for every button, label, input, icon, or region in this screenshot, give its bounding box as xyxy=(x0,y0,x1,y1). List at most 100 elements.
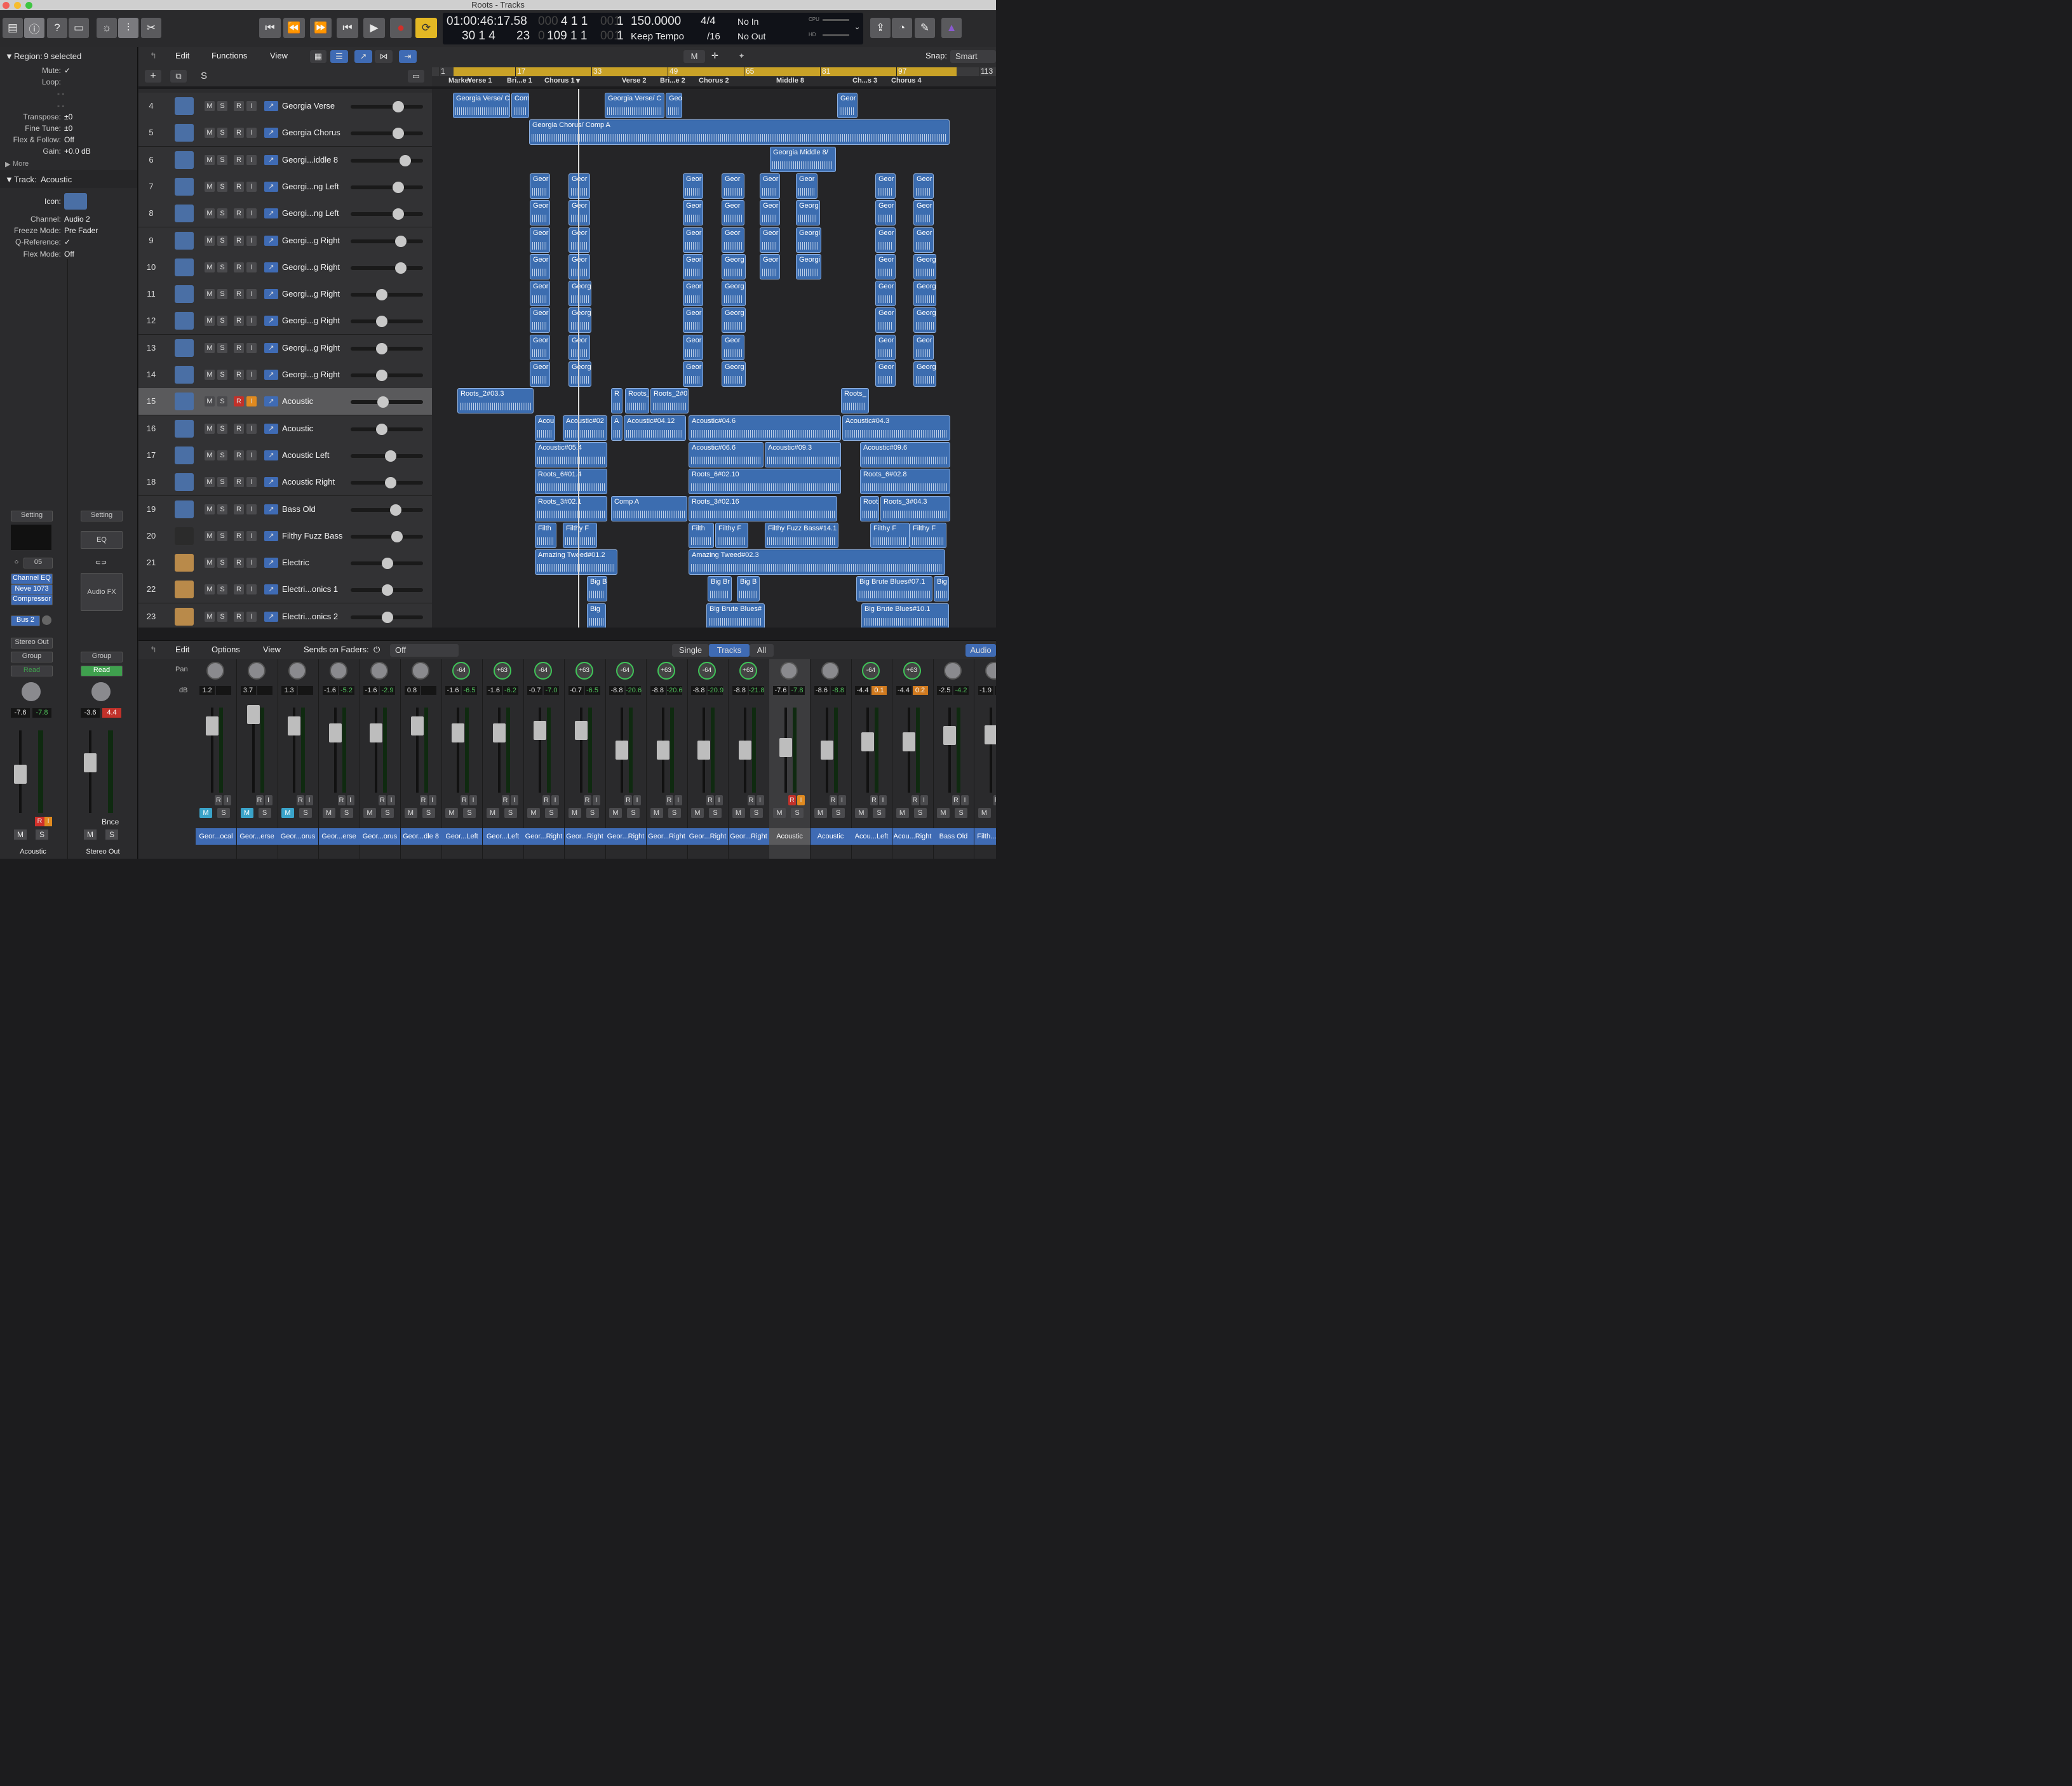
audio-region[interactable]: Georg xyxy=(722,253,746,279)
pan-knob[interactable]: -64 xyxy=(534,662,552,680)
mute-button[interactable]: M xyxy=(691,808,704,818)
channel-strip[interactable]: +63 -8.8 -21.8 R I M S Geor...Right xyxy=(728,659,770,859)
audio-region[interactable]: Geor xyxy=(683,361,703,387)
solo-button[interactable]: S xyxy=(217,370,227,380)
track-volume-slider[interactable] xyxy=(351,342,423,354)
record-enable-button[interactable]: R xyxy=(665,795,673,805)
pan-knob[interactable]: +63 xyxy=(575,662,593,680)
editors-scissors-icon[interactable]: ✂ xyxy=(141,18,161,38)
track-volume-slider[interactable] xyxy=(351,530,423,542)
track-volume-knob[interactable] xyxy=(384,477,396,489)
lcd-display[interactable]: 01:00:46:17.58 000 4 1 1 001 1 30 1 4 23… xyxy=(443,13,863,44)
marker[interactable]: Verse 2 xyxy=(622,77,647,84)
track-icon[interactable] xyxy=(175,527,194,545)
audio-region[interactable]: Georg xyxy=(913,307,936,333)
audio-region[interactable]: Filthy F xyxy=(910,522,946,548)
audio-region[interactable]: Geor xyxy=(530,173,550,199)
mute-button[interactable]: M xyxy=(205,530,215,541)
audio-region[interactable]: Geor xyxy=(683,227,703,253)
mute-button[interactable]: M xyxy=(650,808,663,818)
solo-button[interactable]: S xyxy=(586,808,599,818)
record-enable-button[interactable]: R xyxy=(234,530,244,541)
automation-icon[interactable]: ↗ xyxy=(264,450,278,460)
record-enable-button[interactable]: R xyxy=(234,235,244,246)
input-button[interactable]: 05 xyxy=(24,558,53,568)
audio-region[interactable]: Geor xyxy=(568,334,590,360)
mute-button[interactable]: M xyxy=(205,235,215,246)
automation-icon[interactable]: ↗ xyxy=(264,504,278,514)
audio-region[interactable]: Geor xyxy=(683,334,703,360)
pan-knob[interactable] xyxy=(985,662,996,680)
mute-button[interactable]: M xyxy=(445,808,458,818)
input-monitor-button[interactable]: I xyxy=(246,477,257,488)
audio-region[interactable]: Amazing Tweed#02.3 xyxy=(689,549,945,575)
solo-button[interactable]: S xyxy=(750,808,763,818)
mute-button[interactable]: M xyxy=(568,808,581,818)
track-header[interactable]: 16 M S R I ↗ Acoustic xyxy=(138,415,432,443)
channel-strip[interactable]: 3.7 R I M S Geor...erse xyxy=(236,659,278,859)
marker[interactable]: Ch...s 3 xyxy=(852,77,877,84)
list-view-icon[interactable]: ☰ xyxy=(330,50,348,63)
track-volume-slider[interactable] xyxy=(351,262,423,274)
mute-button[interactable]: M xyxy=(486,808,499,818)
volume-fader[interactable] xyxy=(779,737,792,757)
audio-region[interactable]: Geor xyxy=(530,281,550,307)
input-monitor-button[interactable]: I xyxy=(224,795,231,805)
audio-region[interactable]: Geor xyxy=(568,173,590,199)
input-monitor-button[interactable]: I xyxy=(246,316,257,326)
mute-button[interactable]: M xyxy=(773,808,786,818)
volume-fader[interactable] xyxy=(410,716,424,736)
track-name[interactable]: Acoustic Left xyxy=(282,450,329,460)
pencil-icon[interactable]: ✎ xyxy=(915,18,935,38)
channel-name[interactable]: Geor...Left xyxy=(441,828,482,845)
solo-button[interactable]: S xyxy=(299,808,312,818)
track-name[interactable]: Georgi...ng Left xyxy=(282,208,339,218)
audio-region[interactable]: Filth xyxy=(535,522,556,548)
track-name[interactable]: Georgi...g Right xyxy=(282,343,340,352)
solo-button[interactable]: S xyxy=(217,584,227,595)
playhead-handle-icon[interactable]: ▼ xyxy=(574,76,582,85)
channel-strip[interactable]: 0.8 R I M S Geor...dle 8 xyxy=(400,659,442,859)
channel-name[interactable]: Geor...ocal xyxy=(196,828,236,845)
automation-icon[interactable]: ↗ xyxy=(264,316,278,326)
record-enable-button[interactable]: R xyxy=(234,396,244,407)
region-param-row[interactable]: Gain: +0.0 dB xyxy=(0,147,137,158)
track-header[interactable]: 7 M S R I ↗ Georgi...ng Left xyxy=(138,173,432,201)
more-label[interactable]: More xyxy=(13,160,29,168)
marker-lane[interactable]: Marker Verse 1 Bri...e 1 Chorus 1 Verse 2 Bri… xyxy=(432,76,996,86)
track-header[interactable]: 14 M S R I ↗ Georgi...g Right xyxy=(138,361,432,389)
input-monitor-button[interactable]: I xyxy=(246,423,257,434)
solo-button[interactable]: S xyxy=(709,808,722,818)
channel-strip[interactable]: -1.6 -2.9 R I M S Geor...orus xyxy=(360,659,401,859)
channel-name[interactable]: Geor...erse xyxy=(318,828,360,845)
input-monitor-button[interactable]: I xyxy=(510,795,518,805)
smart-controls-icon[interactable]: ☼ xyxy=(97,18,117,38)
audio-region[interactable]: Geor xyxy=(530,227,550,253)
audio-region[interactable]: Geor xyxy=(796,173,817,199)
audio-region[interactable]: Geor xyxy=(683,281,703,307)
volume-fader[interactable] xyxy=(738,741,751,760)
track-name[interactable]: Georgi...g Right xyxy=(282,370,340,379)
record-enable-button[interactable]: R xyxy=(870,795,878,805)
volume-fader[interactable] xyxy=(697,741,710,760)
pan-knob[interactable] xyxy=(329,662,347,680)
track-header[interactable]: 23 M S R I ↗ Electri...onics 2 xyxy=(138,603,432,628)
input-monitor-button[interactable]: I xyxy=(715,795,723,805)
param-value[interactable]: ±0 xyxy=(64,124,72,133)
mute-button[interactable]: M xyxy=(978,808,991,818)
input-monitor-button[interactable]: I xyxy=(246,342,257,353)
add-track-icon[interactable]: + xyxy=(145,70,161,83)
channel-strip[interactable]: +63 -1.6 -6.2 R I M S Geor...Left xyxy=(482,659,524,859)
automation-icon[interactable]: ↗ xyxy=(264,584,278,595)
track-volume-knob[interactable] xyxy=(384,450,396,462)
pan-knob[interactable]: +63 xyxy=(739,662,757,680)
pan-knob[interactable] xyxy=(944,662,962,680)
track-name[interactable]: Acoustic Right xyxy=(282,477,335,487)
solo-button[interactable]: S xyxy=(217,611,227,622)
input-monitor-button[interactable]: I xyxy=(592,795,600,805)
record-enable-button[interactable]: R xyxy=(337,795,346,805)
pan-knob[interactable] xyxy=(821,662,839,680)
region-param-row[interactable]: - - xyxy=(0,89,137,100)
audio-region[interactable]: Acoustic#04.6 xyxy=(689,415,841,441)
input-monitor-button[interactable]: I xyxy=(246,530,257,541)
